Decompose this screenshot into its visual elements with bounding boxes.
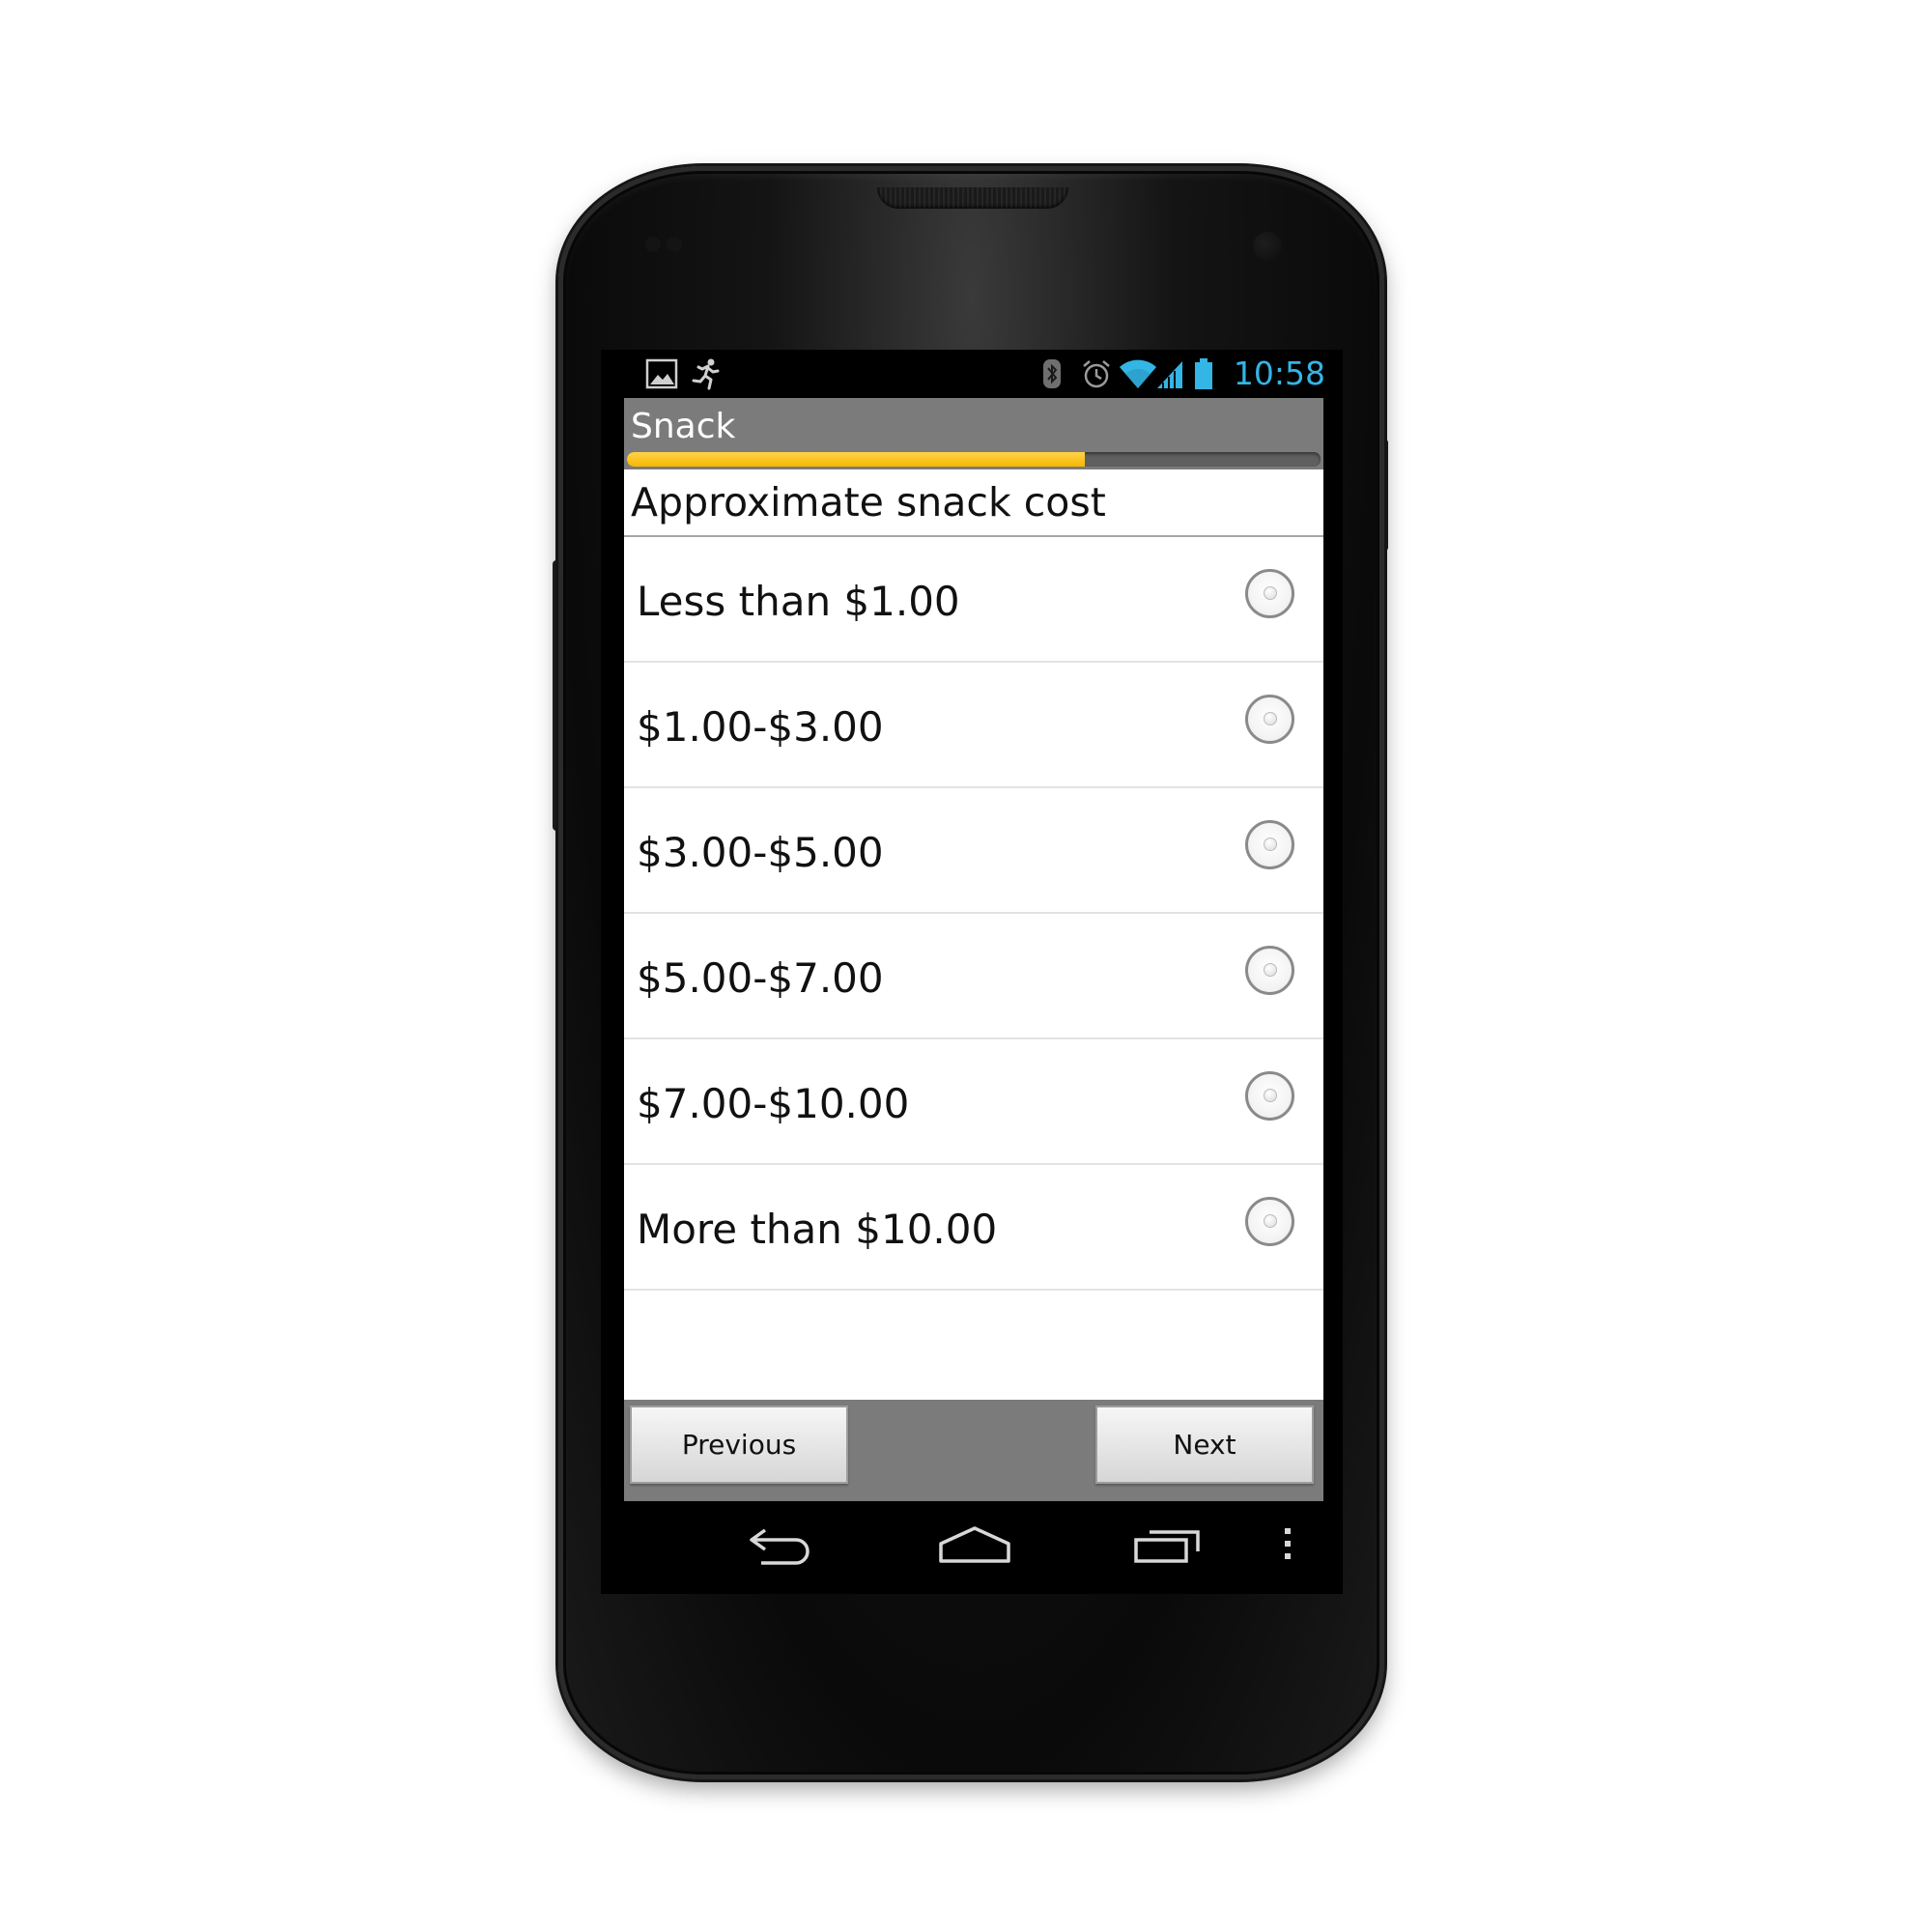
stage: 10:58 Snack Approximate snack cost Less … [0, 0, 1932, 1932]
radio-button[interactable] [1245, 1197, 1294, 1246]
phone-screen: 10:58 Snack Approximate snack cost Less … [601, 350, 1343, 1594]
options-list: Less than $1.00 $1.00-$3.00 $3.00-$5.00 … [624, 537, 1323, 1291]
light-sensor [667, 237, 682, 252]
navigation-footer: Previous Next [624, 1400, 1323, 1501]
option-row[interactable]: $3.00-$5.00 [624, 788, 1323, 914]
previous-button[interactable]: Previous [630, 1406, 848, 1484]
option-label: More than $10.00 [637, 1206, 998, 1253]
option-row[interactable]: $5.00-$7.00 [624, 914, 1323, 1039]
status-bar: 10:58 [601, 350, 1343, 398]
survey-app: Snack Approximate snack cost Less than $… [624, 398, 1323, 1501]
clock-time: 10:58 [1233, 355, 1325, 392]
option-row[interactable]: More than $10.00 [624, 1165, 1323, 1291]
option-label: Less than $1.00 [637, 578, 960, 625]
progress-bar [627, 452, 1321, 467]
radio-dot [1264, 712, 1277, 725]
proximity-sensor [645, 237, 661, 252]
front-camera [1253, 232, 1282, 261]
system-nav-bar [601, 1501, 1343, 1594]
option-label: $3.00-$5.00 [637, 829, 884, 876]
alarm-icon [1083, 360, 1110, 388]
radio-button[interactable] [1245, 946, 1294, 995]
image-notification-icon [645, 358, 678, 389]
option-label: $1.00-$3.00 [637, 703, 884, 751]
earpiece-speaker [877, 187, 1068, 209]
radio-button[interactable] [1245, 1071, 1294, 1121]
radio-dot [1264, 1089, 1277, 1102]
back-icon[interactable] [746, 1522, 815, 1567]
progress-bar-fill [627, 452, 1085, 467]
radio-button[interactable] [1245, 569, 1294, 618]
question-text: Approximate snack cost [631, 479, 1106, 526]
recent-apps-icon[interactable] [1130, 1522, 1206, 1567]
title-bar: Snack [624, 398, 1323, 469]
radio-dot [1264, 963, 1277, 977]
radio-button[interactable] [1245, 820, 1294, 869]
wifi-icon [1120, 359, 1156, 388]
running-man-icon [692, 358, 720, 390]
option-row[interactable]: $7.00-$10.00 [624, 1039, 1323, 1165]
option-label: $5.00-$7.00 [637, 954, 884, 1002]
radio-dot [1264, 1214, 1277, 1228]
next-button[interactable]: Next [1095, 1406, 1314, 1484]
overflow-menu-icon[interactable] [1281, 1522, 1294, 1567]
radio-dot [1264, 586, 1277, 600]
battery-icon [1195, 358, 1212, 389]
option-label: $7.00-$10.00 [637, 1080, 910, 1127]
radio-dot [1264, 838, 1277, 851]
home-icon[interactable] [937, 1522, 1012, 1567]
radio-button[interactable] [1245, 695, 1294, 744]
option-row[interactable]: $1.00-$3.00 [624, 663, 1323, 788]
bluetooth-icon [1043, 359, 1061, 388]
option-row[interactable]: Less than $1.00 [624, 537, 1323, 663]
cell-signal-icon [1157, 361, 1182, 388]
page-title: Snack [631, 407, 736, 446]
